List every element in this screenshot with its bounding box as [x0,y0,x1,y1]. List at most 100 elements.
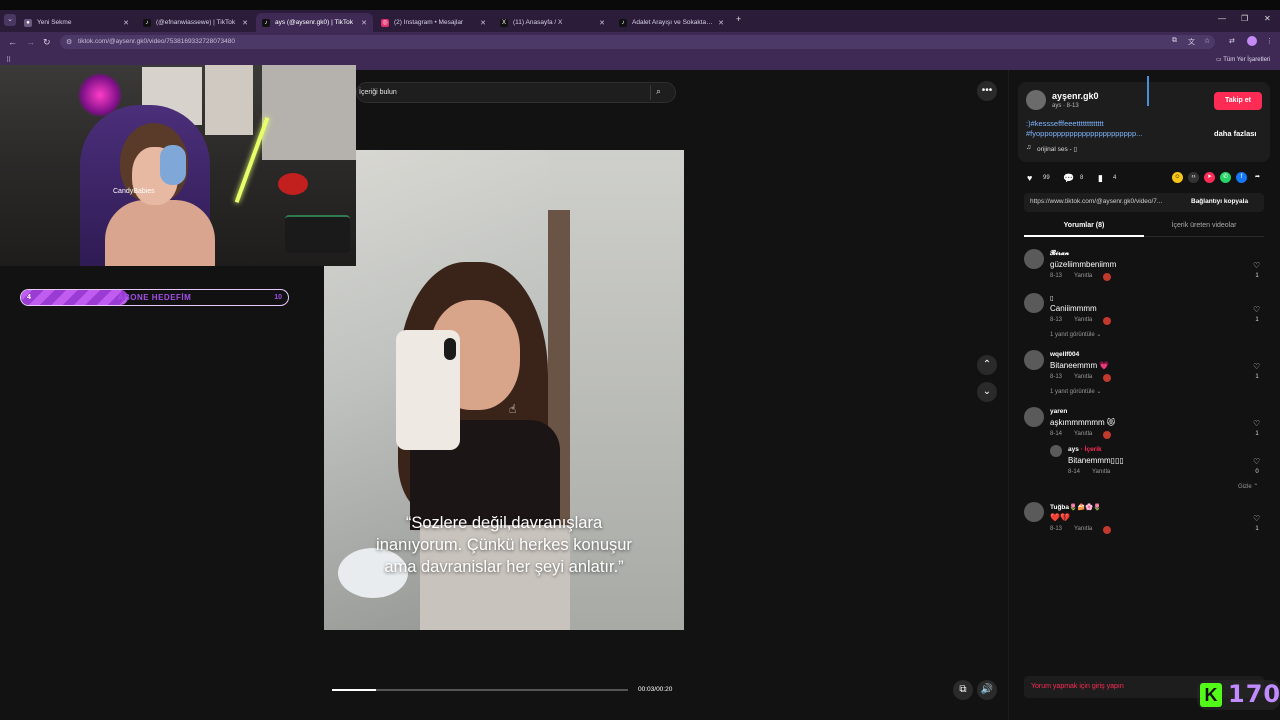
hide-replies-link[interactable]: Gizle ⌃ [1238,483,1258,490]
comment-username[interactable]: yaren [1050,408,1067,415]
bookmark-icon[interactable]: ▮ [1098,173,1103,184]
copy-link-button[interactable]: Bağlantıyı kopyala [1191,198,1248,205]
comment-date: 8-13 [1050,526,1063,532]
embed-code-icon[interactable]: ‹› [1188,172,1199,183]
comment-username[interactable]: Tuğba🌷🍰🌸🌷 [1050,503,1101,511]
whatsapp-icon[interactable]: ✆ [1220,172,1231,183]
volume-icon[interactable]: 🔊 [977,680,997,700]
more-description-link[interactable]: daha fazlası [1214,129,1257,138]
browser-tab[interactable]: ♪ Adalet Arayışı ve Sokakta Şiddet ✕ [613,13,730,32]
creator-liked-avatar [1103,317,1111,325]
reply-username-text: ays [1068,446,1079,453]
comment-reply-button[interactable]: Yanıtla [1074,374,1092,380]
close-tab-icon[interactable]: ✕ [242,19,248,27]
previous-video-icon[interactable]: ⌃ [977,355,997,375]
comment-username[interactable]: 𝓑𝓲𝓻𝓪𝓷 [1050,250,1069,258]
picture-in-picture-icon[interactable]: ⧉ [953,680,973,700]
reload-icon[interactable]: ↻ [43,37,51,48]
comment-like-icon[interactable]: ♡ [1253,514,1260,523]
tab-search-icon[interactable]: ⌄ [4,14,16,26]
reply-username[interactable]: ays · İçerik [1068,446,1102,453]
comment-avatar[interactable] [1024,350,1044,370]
author-handle[interactable]: ayşenr.gk0 [1052,91,1099,101]
close-tab-icon[interactable]: ✕ [123,19,129,27]
comment-icon[interactable]: 💬 [1063,173,1074,184]
comment-date: 8-13 [1050,317,1063,323]
next-video-icon[interactable]: ⌄ [977,382,997,402]
comment-date: 8-13 [1050,374,1063,380]
reply-avatar[interactable] [1050,445,1062,457]
tab-creator-videos[interactable]: İçerik üreten videolar [1144,222,1264,229]
reply-like-icon[interactable]: ♡ [1253,457,1260,466]
comment-avatar[interactable] [1024,407,1044,427]
more-options-icon[interactable]: ••• [977,81,997,101]
new-tab-icon[interactable]: + [736,14,741,24]
creator-tag: · İçerik [1080,446,1102,453]
all-bookmarks-link[interactable]: ▭ Tüm Yer İşaretleri [1216,56,1270,63]
menu-icon[interactable]: ⋮ [1266,37,1273,45]
chair-brand-text: CandyBabies [113,188,155,195]
url-bar[interactable]: tiktok.com/@aysenr.gk0/video/75381693327… [60,35,1215,49]
close-tab-icon[interactable]: ✕ [718,19,724,27]
comment-like-icon[interactable]: ♡ [1253,362,1260,371]
translate-icon[interactable]: 文 [1188,37,1195,47]
search-input[interactable]: İçeriği bulun [356,82,676,103]
scroll-indicator[interactable] [1147,76,1149,106]
comment-text: ❤️💔 [1050,513,1070,522]
close-tab-icon[interactable]: ✕ [599,19,605,27]
view-replies-link[interactable]: 1 yanıt görüntüle ⌄ [1050,388,1101,395]
emoji-share-icon[interactable]: ☺ [1172,172,1183,183]
close-tab-icon[interactable]: ✕ [480,19,486,27]
video-progress-bar[interactable] [332,689,628,691]
browser-tab[interactable]: ● Yeni Sekme ✕ [18,13,135,32]
site-info-icon[interactable]: ⚙ [66,38,72,46]
tab-comments[interactable]: Yorumlar (8) [1024,222,1144,229]
view-replies-link[interactable]: 1 yanıt görüntüle ⌄ [1050,331,1101,338]
subscriber-goal-label: ABONE HEDEFİM [117,293,192,302]
profile-avatar[interactable] [1247,36,1257,46]
comment-like-icon[interactable]: ♡ [1253,305,1260,314]
comment-avatar[interactable] [1024,502,1044,522]
share-arrow-icon[interactable]: ➦ [1252,172,1263,183]
bookmark-star-icon[interactable]: ☆ [1204,37,1210,45]
comment-reply-button[interactable]: Yanıtla [1074,317,1092,323]
minimize-icon[interactable]: — [1218,14,1226,23]
reply-reply-button[interactable]: Yanıtla [1092,469,1110,475]
browser-tab[interactable]: ♪ ays (@aysenr.gk0) | TikTok ✕ [256,13,373,32]
follow-button[interactable]: Takip et [1214,92,1262,110]
comment-username[interactable]: wqellf004 [1050,351,1079,358]
search-icon[interactable]: ⌕ [656,86,661,97]
apps-grid-icon[interactable]: ⠿ [6,56,11,64]
comment-reply-button[interactable]: Yanıtla [1074,273,1092,279]
caption-line: inanıyorum. Çünkü herkes konuşur [376,536,632,554]
music-label[interactable]: orijinal ses - ▯ [1037,145,1077,153]
like-icon[interactable]: ♥ [1027,173,1032,183]
comment-avatar[interactable] [1024,249,1044,269]
send-share-icon[interactable]: ➤ [1204,172,1215,183]
extensions-icon[interactable]: ⇄ [1229,37,1235,45]
author-avatar[interactable] [1026,90,1046,110]
back-icon[interactable]: ← [8,37,17,47]
install-app-icon[interactable]: ⧉ [1172,37,1177,45]
description-hashtags[interactable]: :)#kesssefffeeettttttttttttt [1026,119,1104,128]
close-window-icon[interactable]: ✕ [1264,14,1271,23]
video-time: 00:03/00:20 [638,686,673,693]
subscriber-goal-bar: ABONE HEDEFİM 4 10 [20,289,289,306]
close-tab-icon[interactable]: ✕ [361,19,367,27]
comment-username[interactable]: ▯ [1050,294,1054,302]
maximize-icon[interactable]: ❐ [1241,14,1248,23]
description-hashtags[interactable]: #fyoppopppppppppppppppppppp... [1026,129,1171,138]
forward-icon[interactable]: → [26,37,35,47]
browser-tab[interactable]: X (11) Anasayfa / X ✕ [494,13,611,32]
comment-like-icon[interactable]: ♡ [1253,419,1260,428]
browser-tab[interactable]: ♪ (@efnanwiassewe) | TikTok ✕ [137,13,254,32]
comment-avatar[interactable] [1024,293,1044,313]
facebook-icon[interactable]: f [1236,172,1247,183]
video-link-url[interactable]: https://www.tiktok.com/@aysenr.gk0/video… [1030,198,1185,205]
browser-tab[interactable]: ◎ (2) Instagram • Mesajlar ✕ [375,13,492,32]
comment-like-icon[interactable]: ♡ [1253,261,1260,270]
hand-cursor-icon: ☝ [509,402,517,416]
comment-reply-button[interactable]: Yanıtla [1074,431,1092,437]
comment-reply-button[interactable]: Yanıtla [1074,526,1092,532]
keyboard [285,215,350,253]
